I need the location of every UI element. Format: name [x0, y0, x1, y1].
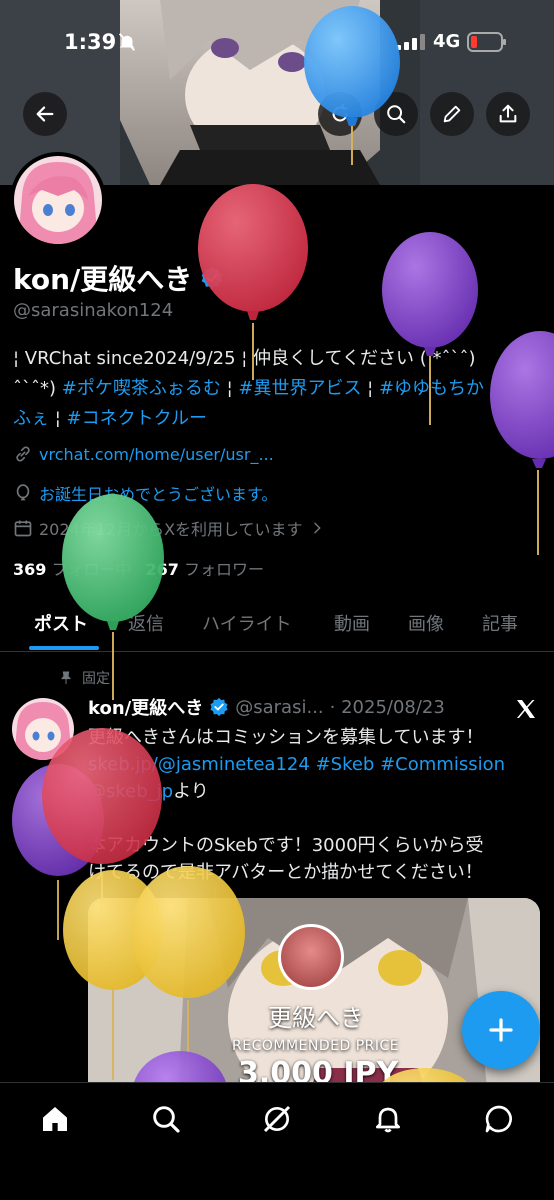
- post-line-1: 更級へきさんはコミッションを募集しています！: [88, 727, 484, 748]
- bio-separator: ¦: [220, 378, 239, 399]
- birthday-text[interactable]: お誕生日おめでとうございます。: [39, 481, 277, 505]
- edit-icon: [443, 105, 461, 123]
- back-button[interactable]: [23, 92, 67, 136]
- edit-button[interactable]: [430, 92, 474, 136]
- pin-icon: [61, 671, 71, 684]
- tab-images[interactable]: 画像: [408, 610, 444, 636]
- tab-videos[interactable]: 動画: [334, 610, 370, 636]
- link-icon: [16, 446, 30, 462]
- post-avatar[interactable]: [12, 698, 74, 760]
- signal-icon: [396, 34, 425, 50]
- post-line-4: けてるので是非アバターとか描かせてください！: [88, 862, 483, 883]
- bio-separator: ¦: [49, 408, 67, 429]
- followers-link[interactable]: 267 フォロワー: [146, 556, 265, 580]
- profile-avatar[interactable]: [10, 152, 106, 248]
- status-bar: 1:39 4G: [0, 0, 554, 84]
- tabs-divider: [0, 651, 554, 652]
- bell-off-icon: [118, 33, 136, 51]
- verified-badge-icon: [210, 697, 228, 717]
- bell-icon[interactable]: [372, 1103, 404, 1135]
- share-icon: [499, 104, 517, 123]
- birthday-row: お誕生日おめでとうございます。: [13, 481, 277, 505]
- calendar-icon: [14, 520, 32, 537]
- joined-text: 2024年12月からXを利用しています: [39, 520, 303, 539]
- post-date: · 2025/08/23: [329, 696, 445, 718]
- bio-line-1: ¦ VRChat since2024/9/25 ¦ 仲良くしてください ( *ˆ…: [13, 348, 476, 369]
- post-author-handle: @sarasi...: [235, 696, 324, 718]
- post-hashtag[interactable]: #Commission: [380, 754, 505, 775]
- chevron-right-icon: [313, 522, 321, 534]
- followers-count: 267: [145, 560, 179, 579]
- hashtag-link[interactable]: #コネクトクルー: [67, 408, 208, 429]
- search-icon: [387, 105, 406, 124]
- bottom-navigation: [0, 1082, 554, 1200]
- active-tab-indicator: [29, 646, 99, 650]
- post-media-card[interactable]: 更級へき RECOMMENDED PRICE 3,000 JPY: [88, 898, 540, 1098]
- tab-replies[interactable]: 返信: [128, 610, 164, 636]
- profile-handle: @sarasinakon124: [13, 300, 174, 321]
- followers-label: フォロワー: [184, 560, 265, 579]
- tab-posts[interactable]: ポスト: [34, 610, 88, 636]
- hashtag-link[interactable]: #ゆゆもちか: [379, 378, 484, 399]
- battery-icon: [467, 32, 506, 52]
- pinned-label: 固定: [82, 671, 110, 687]
- x-logo-icon: [517, 700, 535, 718]
- compose-post-button[interactable]: [462, 991, 540, 1069]
- search-icon[interactable]: [150, 1103, 182, 1135]
- home-icon[interactable]: [39, 1103, 71, 1135]
- post-line-2: skeb.jp/@jasminetea124 #Skeb #Commission: [88, 751, 538, 778]
- avatar-image: [14, 156, 102, 244]
- balloon-icon: [16, 484, 30, 501]
- following-count: 369: [13, 560, 47, 579]
- hashtag-link[interactable]: ふぇ: [13, 408, 49, 429]
- refresh-button[interactable]: [318, 92, 362, 136]
- hashtag-link[interactable]: #ポケ喫茶ふぉるむ: [62, 378, 221, 399]
- following-link[interactable]: 369 フォロー中: [13, 556, 132, 580]
- tab-articles[interactable]: 記事: [482, 610, 518, 636]
- post-mention[interactable]: @skeb_jp: [88, 781, 173, 802]
- grok-icon[interactable]: [261, 1103, 293, 1135]
- bio-line-2: ˆ`ˆ*) #ポケ喫茶ふぉるむ ¦ #異世界アビス ¦ #ゆゆもちか: [13, 374, 543, 404]
- bio-text: ˆ`ˆ*): [13, 378, 62, 399]
- back-arrow-icon: [36, 106, 54, 122]
- post-hashtag[interactable]: #Skeb: [316, 754, 375, 775]
- joined-row[interactable]: 2024年12月からXを利用しています: [13, 516, 325, 540]
- media-recommended-label: RECOMMENDED PRICE: [232, 1038, 400, 1054]
- post-text: 更級へきさんはコミッションを募集しています！ skeb.jp/@jasminet…: [88, 724, 538, 886]
- bio-separator: ¦: [361, 378, 379, 399]
- follow-stats: 369 フォロー中 267 フォロワー: [13, 556, 264, 580]
- profile-bio: ¦ VRChat since2024/9/25 ¦ 仲良くしてください ( *ˆ…: [13, 344, 543, 434]
- post-avatar-image: [12, 698, 74, 760]
- share-button[interactable]: [486, 92, 530, 136]
- refresh-icon: [332, 103, 348, 122]
- post-header: kon/更級へき @sarasi... · 2025/08/23: [88, 694, 445, 720]
- post-link[interactable]: skeb.jp/@jasminetea124: [88, 754, 310, 775]
- name-row: kon/更級へき: [13, 258, 224, 298]
- status-time: 1:39: [64, 30, 117, 54]
- profile-website-link[interactable]: vrchat.com/home/user/usr_...: [39, 445, 274, 464]
- tab-highlights[interactable]: ハイライト: [202, 610, 292, 636]
- plus-icon: [489, 1018, 513, 1042]
- network-type: 4G: [433, 31, 461, 52]
- bio-line-3: ふぇ ¦ #コネクトクルー: [13, 404, 543, 434]
- verified-badge-icon[interactable]: [200, 266, 224, 290]
- hashtag-link[interactable]: #異世界アビス: [238, 378, 361, 399]
- post-line-3: 本アカウントのSkebです！3000円くらいから受: [88, 835, 484, 856]
- profile-tabs: ポスト 返信 ハイライト 動画 画像 記事: [0, 600, 554, 650]
- following-label: フォロー中: [51, 560, 132, 579]
- post-mention-suffix: より: [173, 781, 209, 802]
- pinned-label-row: 固定: [58, 668, 110, 688]
- media-avatar: [278, 924, 344, 990]
- search-button[interactable]: [374, 92, 418, 136]
- profile-link-row[interactable]: vrchat.com/home/user/usr_...: [13, 444, 274, 464]
- media-creator-name: 更級へき: [268, 1004, 364, 1032]
- post-line-mention: @skeb_jpより: [88, 778, 538, 805]
- profile-display-name: kon/更級へき: [13, 263, 193, 296]
- post-author-name[interactable]: kon/更級へき: [88, 694, 203, 720]
- profile-banner[interactable]: 1:39 4G: [0, 0, 554, 185]
- messages-icon[interactable]: [483, 1103, 515, 1135]
